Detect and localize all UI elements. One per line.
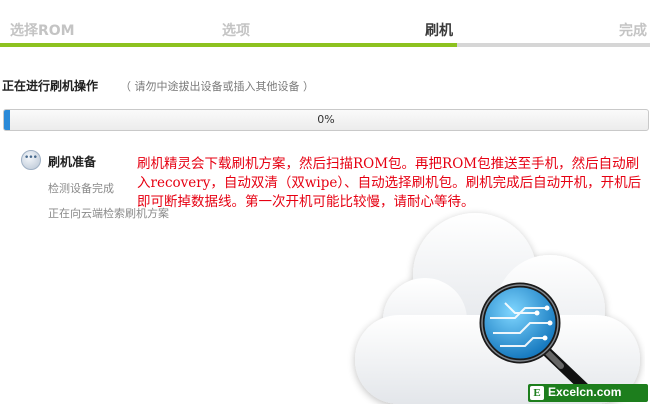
task-status-detect: 检测设备完成 bbox=[48, 182, 114, 195]
step-options: 选项 bbox=[222, 23, 250, 39]
status-note: （ 请勿中途拔出设备或插入其他设备 ） bbox=[120, 80, 314, 93]
watermark-text: Excelcn.com bbox=[548, 385, 622, 399]
magnifier-icon bbox=[479, 282, 592, 395]
step-indicator: 选择ROM 选项 刷机 完成 bbox=[0, 0, 650, 50]
annotation-text: 刷机精灵会下载刷机方案，然后扫描ROM包。再把ROM包推送至手机，然后自动刷入r… bbox=[137, 156, 642, 210]
progress-label: 0% bbox=[317, 113, 335, 126]
step-flash: 刷机 bbox=[425, 23, 453, 39]
status-heading: 正在进行刷机操作 bbox=[2, 79, 99, 93]
ellipsis-icon bbox=[21, 150, 41, 170]
progress-bar: 0% bbox=[3, 109, 649, 131]
watermark-badge: E Excelcn.com bbox=[528, 384, 648, 402]
step-select-rom: 选择ROM bbox=[10, 23, 75, 39]
task-title: 刷机准备 bbox=[48, 155, 97, 169]
watermark-logo: E bbox=[530, 386, 544, 400]
step-complete: 完成 bbox=[619, 23, 647, 39]
step-track bbox=[0, 43, 650, 47]
step-track-fill bbox=[0, 43, 457, 47]
